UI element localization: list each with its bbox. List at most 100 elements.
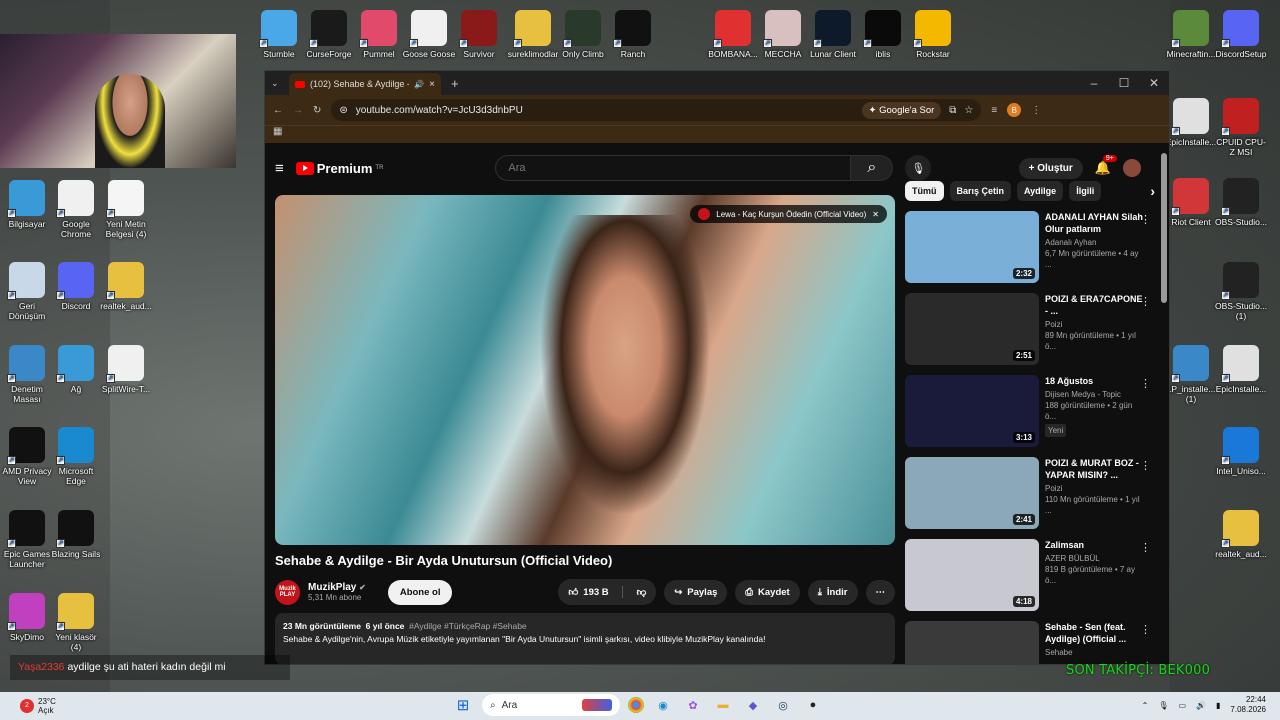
- desktop-icon-left-3[interactable]: ↗ Geri Dönüşüm: [0, 262, 54, 321]
- related-title[interactable]: POIZI & MURAT BOZ - YAPAR MISIN? ...: [1045, 457, 1145, 481]
- desktop-icon-left-0[interactable]: ↗ Bilgisayar: [0, 180, 54, 229]
- desktop-icon-left-10[interactable]: ↗ Microsoft Edge: [49, 427, 103, 486]
- voice-search-button[interactable]: 🎙: [905, 155, 932, 181]
- related-video[interactable]: 2:41 POIZI & MURAT BOZ - YAPAR MISIN? ...…: [905, 457, 1155, 539]
- related-video[interactable]: 2:51 POIZI & ERA7CAPONE - ... Poizi 89 Mn g…: [905, 293, 1155, 375]
- video-thumbnail[interactable]: 3:13: [905, 375, 1039, 447]
- related-channel[interactable]: Poizi: [1045, 319, 1145, 330]
- create-button[interactable]: + Oluştur: [1018, 157, 1083, 179]
- desktop-icon-top-0[interactable]: ↗ Stumble: [252, 10, 306, 59]
- url-field[interactable]: ⊜ youtube.com/watch?v=JcU3d3dnbPU ✦ Goog…: [331, 99, 982, 121]
- desktop-icon-right-9[interactable]: ↗ Intel_Uniso...: [1214, 427, 1268, 476]
- desktop-icon-right-3[interactable]: ↗ CPUID CPU-Z MSI: [1214, 98, 1268, 157]
- maximize-button[interactable]: ☐: [1109, 76, 1139, 90]
- close-window-button[interactable]: ✕: [1139, 76, 1169, 90]
- desktop-icon-left-1[interactable]: ↗ Google Chrome: [49, 180, 103, 239]
- desktop-icon-right-8[interactable]: ↗ EpicInstalle...: [1214, 345, 1268, 394]
- desktop-icon-left-7[interactable]: ↗ Ağ: [49, 345, 103, 394]
- copilot-taskbar-icon[interactable]: ✿: [682, 694, 704, 716]
- tab-close-icon[interactable]: ×: [429, 79, 435, 90]
- notifications-button[interactable]: 🔔 9+: [1095, 155, 1117, 176]
- desktop-icon-left-14[interactable]: ↗ Yeni klasör (4): [49, 593, 103, 652]
- new-tab-button[interactable]: +: [441, 76, 469, 91]
- desktop-icon-right-1[interactable]: ↗ DiscordSetup: [1214, 10, 1268, 59]
- desktop-icon-right-0[interactable]: ↗ Minecraftin...: [1164, 10, 1218, 59]
- youtube-logo[interactable]: Premium TR: [295, 161, 383, 176]
- filter-chip[interactable]: Aydilge: [1017, 181, 1064, 201]
- taskbar-search[interactable]: ⌕ Ara: [482, 694, 620, 716]
- browser-tab[interactable]: (102) Sehabe & Aydilge - Bi 🔊 ×: [289, 73, 441, 95]
- next-video-pill[interactable]: Lewa - Kaç Kurşun Ödedin (Official Video…: [690, 205, 887, 223]
- desktop-icon-left-2[interactable]: ↗ Yeni Metin Belgesi (4): [99, 180, 153, 239]
- video-menu-icon[interactable]: ⋮: [1140, 295, 1151, 308]
- desktop-icon-top-7[interactable]: ↗ Ranch: [606, 10, 660, 59]
- desktop-icon-top-8[interactable]: ↗ BOMBANA...: [706, 10, 760, 59]
- desktop-icon-left-6[interactable]: ↗ Denetim Masası: [0, 345, 54, 404]
- network-icon[interactable]: ▭: [1178, 701, 1186, 710]
- apps-grid-icon[interactable]: ▦: [273, 126, 282, 137]
- related-video[interactable]: 2:32 ADANALI AYHAN Silah Olur patlarım Ada…: [905, 211, 1155, 293]
- video-menu-icon[interactable]: ⋮: [1140, 459, 1151, 472]
- profile-avatar[interactable]: B: [1007, 103, 1022, 117]
- search-input[interactable]: Ara: [495, 155, 852, 181]
- subscribe-button[interactable]: Abone ol: [387, 579, 453, 605]
- steam-taskbar-icon[interactable]: ◎: [772, 694, 794, 716]
- hamburger-menu-icon[interactable]: ≡: [275, 160, 284, 177]
- video-menu-icon[interactable]: ⋮: [1140, 377, 1151, 390]
- scrollbar-thumb[interactable]: [1161, 153, 1167, 303]
- desktop-icon-top-9[interactable]: ↗ MECCHA: [756, 10, 810, 59]
- related-channel[interactable]: AZER BÜLBÜL: [1045, 553, 1145, 564]
- tray-chevron-icon[interactable]: ⌃: [1142, 701, 1149, 710]
- ask-google-button[interactable]: ✦ Google'a Sor: [861, 101, 942, 119]
- teams-icon[interactable]: ◆: [742, 694, 764, 716]
- desktop-icon-top-5[interactable]: ↗ sureklimodlar: [506, 10, 560, 59]
- volume-icon[interactable]: 🔊: [1196, 701, 1206, 710]
- minimize-button[interactable]: –: [1079, 76, 1109, 90]
- obs-taskbar-icon[interactable]: ●: [802, 694, 824, 716]
- search-button[interactable]: ⌕: [851, 155, 894, 181]
- tab-audio-icon[interactable]: 🔊: [414, 80, 424, 89]
- desktop-icon-top-4[interactable]: ↗ Survivor: [452, 10, 506, 59]
- desktop-icon-left-11[interactable]: ↗ Epic Games Launcher: [0, 510, 54, 569]
- tab-search-icon[interactable]: ⌄: [271, 78, 289, 89]
- video-thumbnail[interactable]: 2:41: [905, 457, 1039, 529]
- battery-icon[interactable]: ▮: [1216, 701, 1220, 710]
- related-title[interactable]: ADANALI AYHAN Silah Olur patlarım: [1045, 211, 1145, 235]
- forward-icon[interactable]: →: [293, 105, 303, 116]
- clock[interactable]: 22:44 7.08.2026: [1230, 695, 1266, 715]
- video-player[interactable]: Lewa - Kaç Kurşun Ödedin (Official Video…: [275, 195, 895, 545]
- desktop-icon-top-1[interactable]: ↗ CurseForge: [302, 10, 356, 59]
- bookmark-star-icon[interactable]: ☆: [964, 105, 973, 116]
- desktop-icon-left-9[interactable]: ↗ AMD Privacy View: [0, 427, 54, 486]
- related-channel[interactable]: Poizi: [1045, 483, 1145, 494]
- video-menu-icon[interactable]: ⋮: [1140, 213, 1151, 226]
- chrome-menu-icon[interactable]: ⋮: [1031, 105, 1041, 116]
- desktop-icon-top-10[interactable]: ↗ Lunar Client: [806, 10, 860, 59]
- desktop-icon-top-12[interactable]: ↗ Rockstar: [906, 10, 960, 59]
- related-title[interactable]: POIZI & ERA7CAPONE - ...: [1045, 293, 1145, 317]
- share-button[interactable]: ↪ Paylaş: [664, 579, 728, 605]
- install-icon[interactable]: ⧉: [949, 105, 956, 116]
- like-button[interactable]: 👍︎ 193 B 👎︎: [558, 579, 657, 605]
- related-video[interactable]: Sehabe - Sen (feat. Aydilge) (Official .…: [905, 621, 1155, 664]
- related-video[interactable]: 4:18 Zalimsan AZER BÜLBÜL 819 B görüntüleme…: [905, 539, 1155, 621]
- page-scrollbar[interactable]: [1159, 143, 1169, 664]
- hashtags[interactable]: #Aydilge #TürkçeRap #Sehabe: [409, 621, 527, 631]
- related-channel[interactable]: Dijisen Medya - Topic: [1045, 389, 1145, 400]
- reload-icon[interactable]: ↻: [313, 105, 321, 116]
- video-thumbnail[interactable]: 2:51: [905, 293, 1039, 365]
- desktop-icon-left-4[interactable]: ↗ Discord: [49, 262, 103, 311]
- account-avatar[interactable]: [1123, 159, 1141, 177]
- mic-tray-icon[interactable]: 🎙: [1158, 701, 1168, 710]
- related-title[interactable]: Zalimsan: [1045, 539, 1145, 551]
- desktop-icon-right-5[interactable]: ↗ OBS-Studio...: [1214, 178, 1268, 227]
- chips-next-icon[interactable]: ›: [1150, 183, 1155, 199]
- close-pill-icon[interactable]: ✕: [872, 210, 879, 219]
- desktop-icon-left-12[interactable]: ↗ Blazing Sails: [49, 510, 103, 559]
- filter-chip[interactable]: Barış Çetin: [949, 181, 1012, 201]
- desktop-icon-top-2[interactable]: ↗ Pummel: [352, 10, 406, 59]
- filter-chip[interactable]: İlgili: [1069, 181, 1102, 201]
- video-menu-icon[interactable]: ⋮: [1140, 541, 1151, 554]
- desktop-icon-right-7[interactable]: ↗ LP_installe... (1): [1164, 345, 1218, 404]
- desktop-icon-top-6[interactable]: ↗ Only Climb: [556, 10, 610, 59]
